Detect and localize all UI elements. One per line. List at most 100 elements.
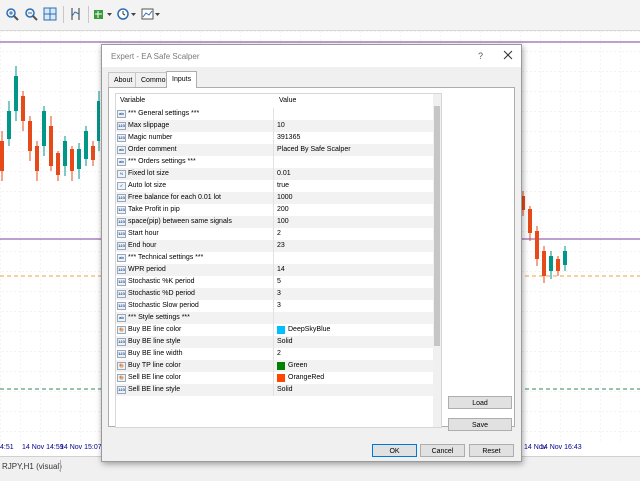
value-cell[interactable]	[275, 156, 434, 168]
input-row[interactable]: 123 Free balance for each 0.01 lot 1000	[116, 192, 434, 204]
variable-name: Fixed lot size	[128, 170, 169, 177]
value-cell[interactable]: 1000	[275, 192, 434, 204]
value-cell[interactable]: 2	[275, 348, 434, 360]
variable-name: *** Technical settings ***	[128, 254, 204, 261]
template-icon[interactable]	[140, 6, 162, 22]
value-text: 5	[277, 278, 281, 285]
value-cell[interactable]: 0.01	[275, 168, 434, 180]
input-row[interactable]: 123 Buy BE line style Solid	[116, 336, 434, 348]
variable-name: *** Orders settings ***	[128, 158, 196, 165]
value-cell[interactable]: Green	[275, 360, 434, 372]
value-text: 391365	[277, 134, 301, 141]
input-row[interactable]: 123 End hour 23	[116, 240, 434, 252]
value-cell[interactable]: Solid	[275, 336, 434, 348]
clock-icon[interactable]	[116, 6, 138, 22]
input-row[interactable]: 🎨 Buy TP line color Green	[116, 360, 434, 372]
input-row[interactable]: ½ Fixed lot size 0.01	[116, 168, 434, 180]
value-cell[interactable]	[275, 312, 434, 324]
value-cell[interactable]: 3	[275, 300, 434, 312]
help-button[interactable]: ?	[478, 51, 483, 61]
variable-cell: 123 space(pip) between same signals	[116, 216, 274, 228]
toolbar	[0, 0, 640, 31]
input-row[interactable]: 🎨 Buy BE line color DeepSkyBlue	[116, 324, 434, 336]
column-header-value[interactable]: Value	[279, 97, 296, 104]
grid-icon[interactable]	[42, 6, 58, 22]
variable-name: Buy TP line color	[128, 362, 181, 369]
dialog-titlebar[interactable]: Expert - EA Safe Scalper ?	[102, 45, 521, 67]
variable-cell: 123 Magic number	[116, 132, 274, 144]
value-cell[interactable]: Solid	[275, 384, 434, 396]
string-type-icon: ab	[117, 110, 126, 118]
value-cell[interactable]: 14	[275, 264, 434, 276]
input-row[interactable]: 123 Sell BE line style Solid	[116, 384, 434, 396]
input-row[interactable]: 123 Buy BE line width 2	[116, 348, 434, 360]
input-row[interactable]: ab *** Orders settings ***	[116, 156, 434, 168]
string-type-icon: ab	[117, 158, 126, 166]
value-text: 1000	[277, 194, 293, 201]
value-cell[interactable]: 3	[275, 288, 434, 300]
value-cell[interactable]	[275, 252, 434, 264]
value-cell[interactable]: 200	[275, 204, 434, 216]
value-cell[interactable]: 100	[275, 216, 434, 228]
color-swatch	[277, 326, 285, 334]
input-row[interactable]: ✓ Auto lot size true	[116, 180, 434, 192]
variable-cell: ab *** Style settings ***	[116, 312, 274, 324]
value-cell[interactable]: Placed By Safe Scalper	[275, 144, 434, 156]
close-icon[interactable]	[502, 49, 514, 61]
variable-name: End hour	[128, 242, 157, 249]
input-row[interactable]: ab Order comment Placed By Safe Scalper	[116, 144, 434, 156]
variable-cell: 🎨 Buy BE line color	[116, 324, 274, 336]
variable-cell: ½ Fixed lot size	[116, 168, 274, 180]
variable-name: Buy BE line style	[128, 338, 181, 345]
ok-button[interactable]: OK	[372, 444, 417, 457]
chart-tab-label[interactable]: RJPY,H1 (visual)	[2, 462, 62, 471]
value-cell[interactable]: 5	[275, 276, 434, 288]
value-cell[interactable]: 23	[275, 240, 434, 252]
reset-button[interactable]: Reset	[469, 444, 514, 457]
tab-inputs[interactable]: Inputs	[166, 71, 198, 88]
value-cell[interactable]	[275, 108, 434, 120]
value-cell[interactable]: DeepSkyBlue	[275, 324, 434, 336]
grid-scrollbar[interactable]	[433, 94, 441, 427]
value-cell[interactable]: 2	[275, 228, 434, 240]
input-row[interactable]: 123 Take Profit in pip 200	[116, 204, 434, 216]
column-header-variable[interactable]: Variable	[120, 97, 145, 104]
input-row[interactable]: 123 space(pip) between same signals 100	[116, 216, 434, 228]
integer-type-icon: 123	[117, 350, 126, 358]
double-type-icon: ½	[117, 170, 126, 178]
variable-name: Start hour	[128, 230, 159, 237]
input-row[interactable]: 123 Stochastic Slow period 3	[116, 300, 434, 312]
variable-cell: 123 Stochastic %D period	[116, 288, 274, 300]
input-row[interactable]: ab *** Technical settings ***	[116, 252, 434, 264]
input-row[interactable]: ab *** Style settings ***	[116, 312, 434, 324]
value-cell[interactable]: true	[275, 180, 434, 192]
load-button[interactable]: Load	[448, 396, 512, 409]
input-row[interactable]: 123 Magic number 391365	[116, 132, 434, 144]
line-studies-icon[interactable]	[92, 6, 114, 22]
scrollbar-thumb[interactable]	[434, 106, 440, 346]
value-cell[interactable]: 391365	[275, 132, 434, 144]
integer-type-icon: 123	[117, 338, 126, 346]
zoom-in-icon[interactable]	[4, 6, 20, 22]
integer-type-icon: 123	[117, 134, 126, 142]
input-row[interactable]: 123 Stochastic %D period 3	[116, 288, 434, 300]
zoom-out-icon[interactable]	[23, 6, 39, 22]
value-cell[interactable]: 10	[275, 120, 434, 132]
value-cell[interactable]: OrangeRed	[275, 372, 434, 384]
input-row[interactable]: 123 Stochastic %K period 5	[116, 276, 434, 288]
variable-name: Magic number	[128, 134, 173, 141]
variable-cell: 123 Free balance for each 0.01 lot	[116, 192, 274, 204]
input-row[interactable]: 🎨 Sell BE line color OrangeRed	[116, 372, 434, 384]
tab-about[interactable]: About	[108, 72, 139, 87]
input-row[interactable]: 123 Start hour 2	[116, 228, 434, 240]
period-separator-icon[interactable]	[68, 6, 84, 22]
input-row[interactable]: ab *** General settings ***	[116, 108, 434, 120]
input-row[interactable]: 123 Max slippage 10	[116, 120, 434, 132]
input-row[interactable]: 123 WPR period 14	[116, 264, 434, 276]
variable-name: Free balance for each 0.01 lot	[128, 194, 222, 201]
save-button[interactable]: Save	[448, 418, 512, 431]
cancel-button[interactable]: Cancel	[420, 444, 465, 457]
variable-cell: ab *** Orders settings ***	[116, 156, 274, 168]
variable-cell: 123 Buy BE line style	[116, 336, 274, 348]
color-type-icon: 🎨	[117, 374, 126, 382]
